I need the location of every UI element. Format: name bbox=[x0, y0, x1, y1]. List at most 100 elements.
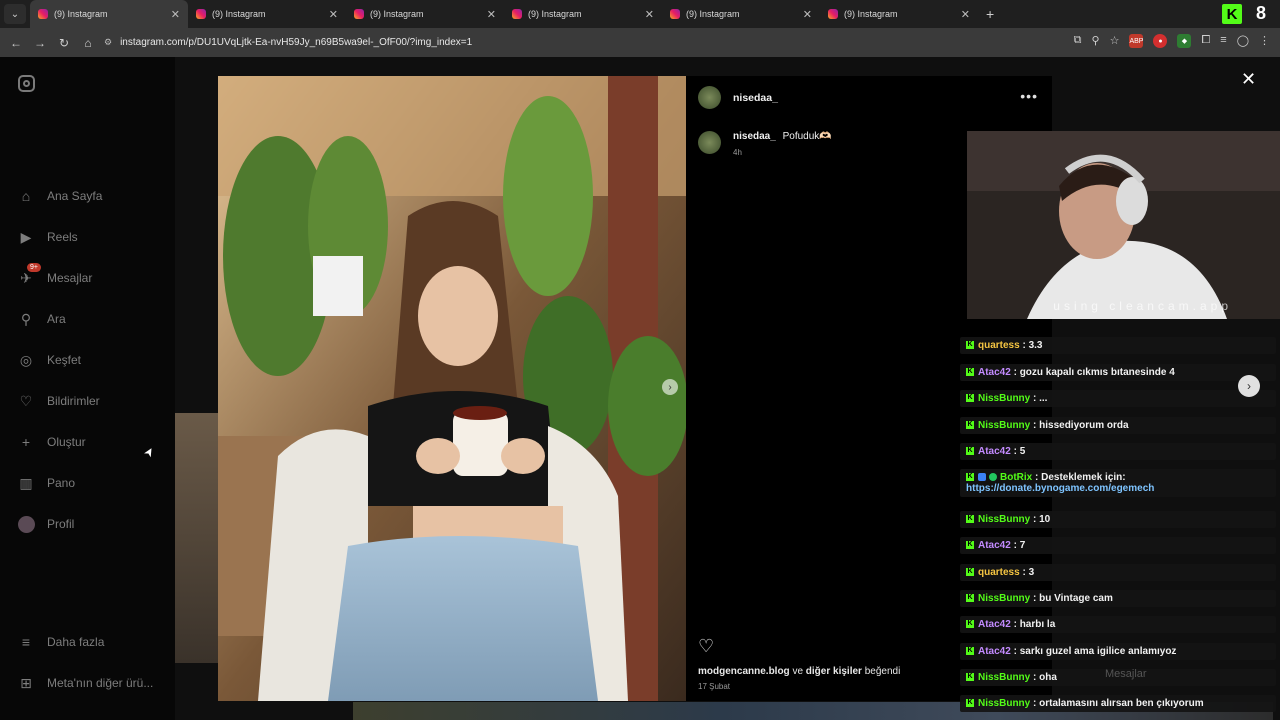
chat-username[interactable]: NissBunny bbox=[978, 672, 1030, 683]
more-options-icon[interactable]: ••• bbox=[1020, 88, 1038, 104]
browser-tab[interactable]: (9) Instagram ✕ bbox=[662, 0, 820, 28]
chat-message: Kquartess : 3 bbox=[960, 564, 1276, 581]
chat-separator: : bbox=[1030, 672, 1040, 683]
tab-close-icon[interactable]: ✕ bbox=[961, 8, 970, 21]
chat-username[interactable]: Atac42 bbox=[978, 367, 1011, 378]
sidebar-item-explore[interactable]: ◎ Keşfet bbox=[17, 351, 81, 369]
url-field[interactable]: ⚙ instagram.com/p/DU1UVqLjtk-Ea-nvH59Jy_… bbox=[104, 32, 1004, 53]
browser-tab[interactable]: (9) Instagram ✕ bbox=[346, 0, 504, 28]
sidebar-item-label: Ana Sayfa bbox=[47, 189, 103, 203]
chat-username[interactable]: NissBunny bbox=[978, 593, 1030, 604]
profile-icon[interactable]: ◯ bbox=[1237, 34, 1249, 48]
chat-separator: : bbox=[1010, 367, 1020, 378]
reload-icon[interactable]: ↻ bbox=[52, 36, 76, 50]
sidebar-item-meta[interactable]: ⊞ Meta'nın diğer ürü... bbox=[17, 674, 153, 692]
caption-avatar[interactable] bbox=[698, 131, 721, 154]
home-browser-icon[interactable]: ⌂ bbox=[76, 36, 100, 50]
close-icon[interactable]: ✕ bbox=[1241, 69, 1256, 90]
extensions-puzzle-icon[interactable]: ⧠ bbox=[1201, 34, 1210, 48]
sidebar-item-more[interactable]: ≡ Daha fazla bbox=[17, 633, 104, 651]
likes-others-link[interactable]: diğer kişiler bbox=[806, 666, 862, 677]
tab-close-icon[interactable]: ✕ bbox=[329, 8, 338, 21]
sidebar-item-search[interactable]: ⚲ Ara bbox=[17, 310, 66, 328]
chat-username[interactable]: NissBunny bbox=[978, 698, 1030, 709]
tab-close-icon[interactable]: ✕ bbox=[803, 8, 812, 21]
messages-icon: ✈ 9+ bbox=[17, 263, 41, 287]
chat-separator: : bbox=[1030, 420, 1040, 431]
site-info-icon[interactable]: ⚙ bbox=[104, 37, 112, 48]
browser-menu-icon[interactable]: ⋮ bbox=[1259, 34, 1270, 48]
plus-icon: + bbox=[21, 434, 31, 450]
chat-username[interactable]: Atac42 bbox=[978, 646, 1011, 657]
chat-username[interactable]: quartess bbox=[978, 567, 1020, 578]
zoom-icon[interactable]: ⚲ bbox=[1092, 34, 1100, 48]
post-photo[interactable]: › bbox=[218, 76, 686, 701]
shield-extension-icon[interactable]: ◆ bbox=[1177, 34, 1192, 48]
browser-tab[interactable]: (9) Instagram ✕ bbox=[188, 0, 346, 28]
chat-separator: : bbox=[1019, 567, 1029, 578]
forward-icon[interactable]: → bbox=[28, 36, 52, 50]
like-heart-icon[interactable]: ♡ bbox=[698, 636, 714, 657]
sidebar-item-label: Bildirimler bbox=[47, 394, 100, 408]
chat-username[interactable]: Atac42 bbox=[978, 446, 1011, 457]
sidebar-item-messages[interactable]: ✈ 9+ Mesajlar bbox=[17, 263, 92, 287]
profile-avatar bbox=[17, 515, 35, 533]
unread-badge: 9+ bbox=[27, 263, 41, 272]
background-post-thumbnail bbox=[175, 413, 220, 663]
author-avatar[interactable] bbox=[698, 86, 721, 109]
tab-close-icon[interactable]: ✕ bbox=[171, 8, 180, 21]
chat-text: sarkı guzel ama igilice anlamıyoz bbox=[1019, 646, 1177, 657]
kick-badge-icon: K bbox=[966, 394, 974, 403]
new-tab-button[interactable]: + bbox=[986, 6, 994, 22]
sidebar-item-plus[interactable]: + Oluştur bbox=[17, 433, 86, 451]
sidebar-item-label: Pano bbox=[47, 476, 76, 490]
chat-message: Kquartess : 3.3 bbox=[960, 337, 1276, 354]
install-icon[interactable]: ⧉ bbox=[1074, 34, 1082, 48]
chat-username[interactable]: quartess bbox=[978, 340, 1020, 351]
chat-separator: : bbox=[1010, 646, 1020, 657]
media-control-icon[interactable]: ≡ bbox=[1220, 34, 1226, 48]
sidebar-item-heart[interactable]: ♡ Bildirimler bbox=[17, 392, 100, 410]
chat-text: 3 bbox=[1028, 567, 1035, 578]
chat-username[interactable]: NissBunny bbox=[978, 420, 1030, 431]
tab-search-button[interactable]: ⌄ bbox=[4, 4, 26, 24]
chat-separator: : bbox=[1032, 472, 1042, 483]
author-username[interactable]: nisedaa_ bbox=[733, 92, 778, 104]
kick-badge-icon: K bbox=[966, 541, 974, 550]
tab-close-icon[interactable]: ✕ bbox=[645, 8, 654, 21]
sidebar-item-dashboard[interactable]: ▥ Pano bbox=[17, 474, 75, 492]
browser-tab[interactable]: (9) Instagram ✕ bbox=[820, 0, 978, 28]
chat-separator: : bbox=[1010, 540, 1020, 551]
tab-title: (9) Instagram bbox=[54, 9, 108, 19]
kick-badge-icon: K bbox=[966, 421, 974, 430]
browser-tab[interactable]: (9) Instagram ✕ bbox=[30, 0, 188, 28]
likes-suffix: beğendi bbox=[864, 666, 901, 677]
donation-link[interactable]: https://donate.bynogame.com/egemech bbox=[966, 483, 1154, 494]
likes-first-user[interactable]: modgencanne.blog bbox=[698, 666, 790, 677]
sidebar-item-avatar[interactable]: Profil bbox=[17, 515, 74, 533]
chat-username[interactable]: Atac42 bbox=[978, 540, 1011, 551]
chat-username[interactable]: Atac42 bbox=[978, 619, 1011, 630]
chat-text: 10 bbox=[1039, 514, 1051, 525]
browser-tab[interactable]: (9) Instagram ✕ bbox=[504, 0, 662, 28]
kick-badge-icon: K bbox=[966, 447, 974, 456]
sidebar-item-reels[interactable]: ▶ Reels bbox=[17, 228, 78, 246]
bookmark-star-icon[interactable]: ☆ bbox=[1110, 34, 1120, 48]
chat-username[interactable]: NissBunny bbox=[978, 393, 1030, 404]
sidebar-item-home[interactable]: ⌂ Ana Sayfa bbox=[17, 187, 103, 205]
back-icon[interactable]: ← bbox=[4, 36, 28, 50]
chat-text: 3.3 bbox=[1028, 340, 1043, 351]
sidebar: ⌂ Ana Sayfa ▶ Reels ✈ 9+ Mesajlar ⚲ Ara ◎ Keşfet ♡ B… bbox=[0, 57, 175, 720]
caption-username[interactable]: nisedaa_ bbox=[733, 131, 776, 142]
chat-username[interactable]: NissBunny bbox=[978, 514, 1030, 525]
next-image-button[interactable]: › bbox=[662, 379, 678, 395]
instagram-logo-icon[interactable] bbox=[18, 75, 35, 92]
chat-message: K NissBunny : hissediyorum orda bbox=[960, 417, 1276, 434]
tab-title: (9) Instagram bbox=[528, 9, 582, 19]
adblock-extension-icon[interactable]: ABP bbox=[1129, 34, 1143, 48]
chat-username[interactable]: BotRix bbox=[1000, 472, 1032, 483]
tab-close-icon[interactable]: ✕ bbox=[487, 8, 496, 21]
browser-tab-bar: ⌄ (9) Instagram ✕ (9) Instagram ✕ (9) Instag… bbox=[0, 0, 1280, 28]
chevron-right-icon[interactable]: › bbox=[1238, 375, 1260, 397]
extension-red-icon[interactable]: ● bbox=[1153, 34, 1168, 48]
